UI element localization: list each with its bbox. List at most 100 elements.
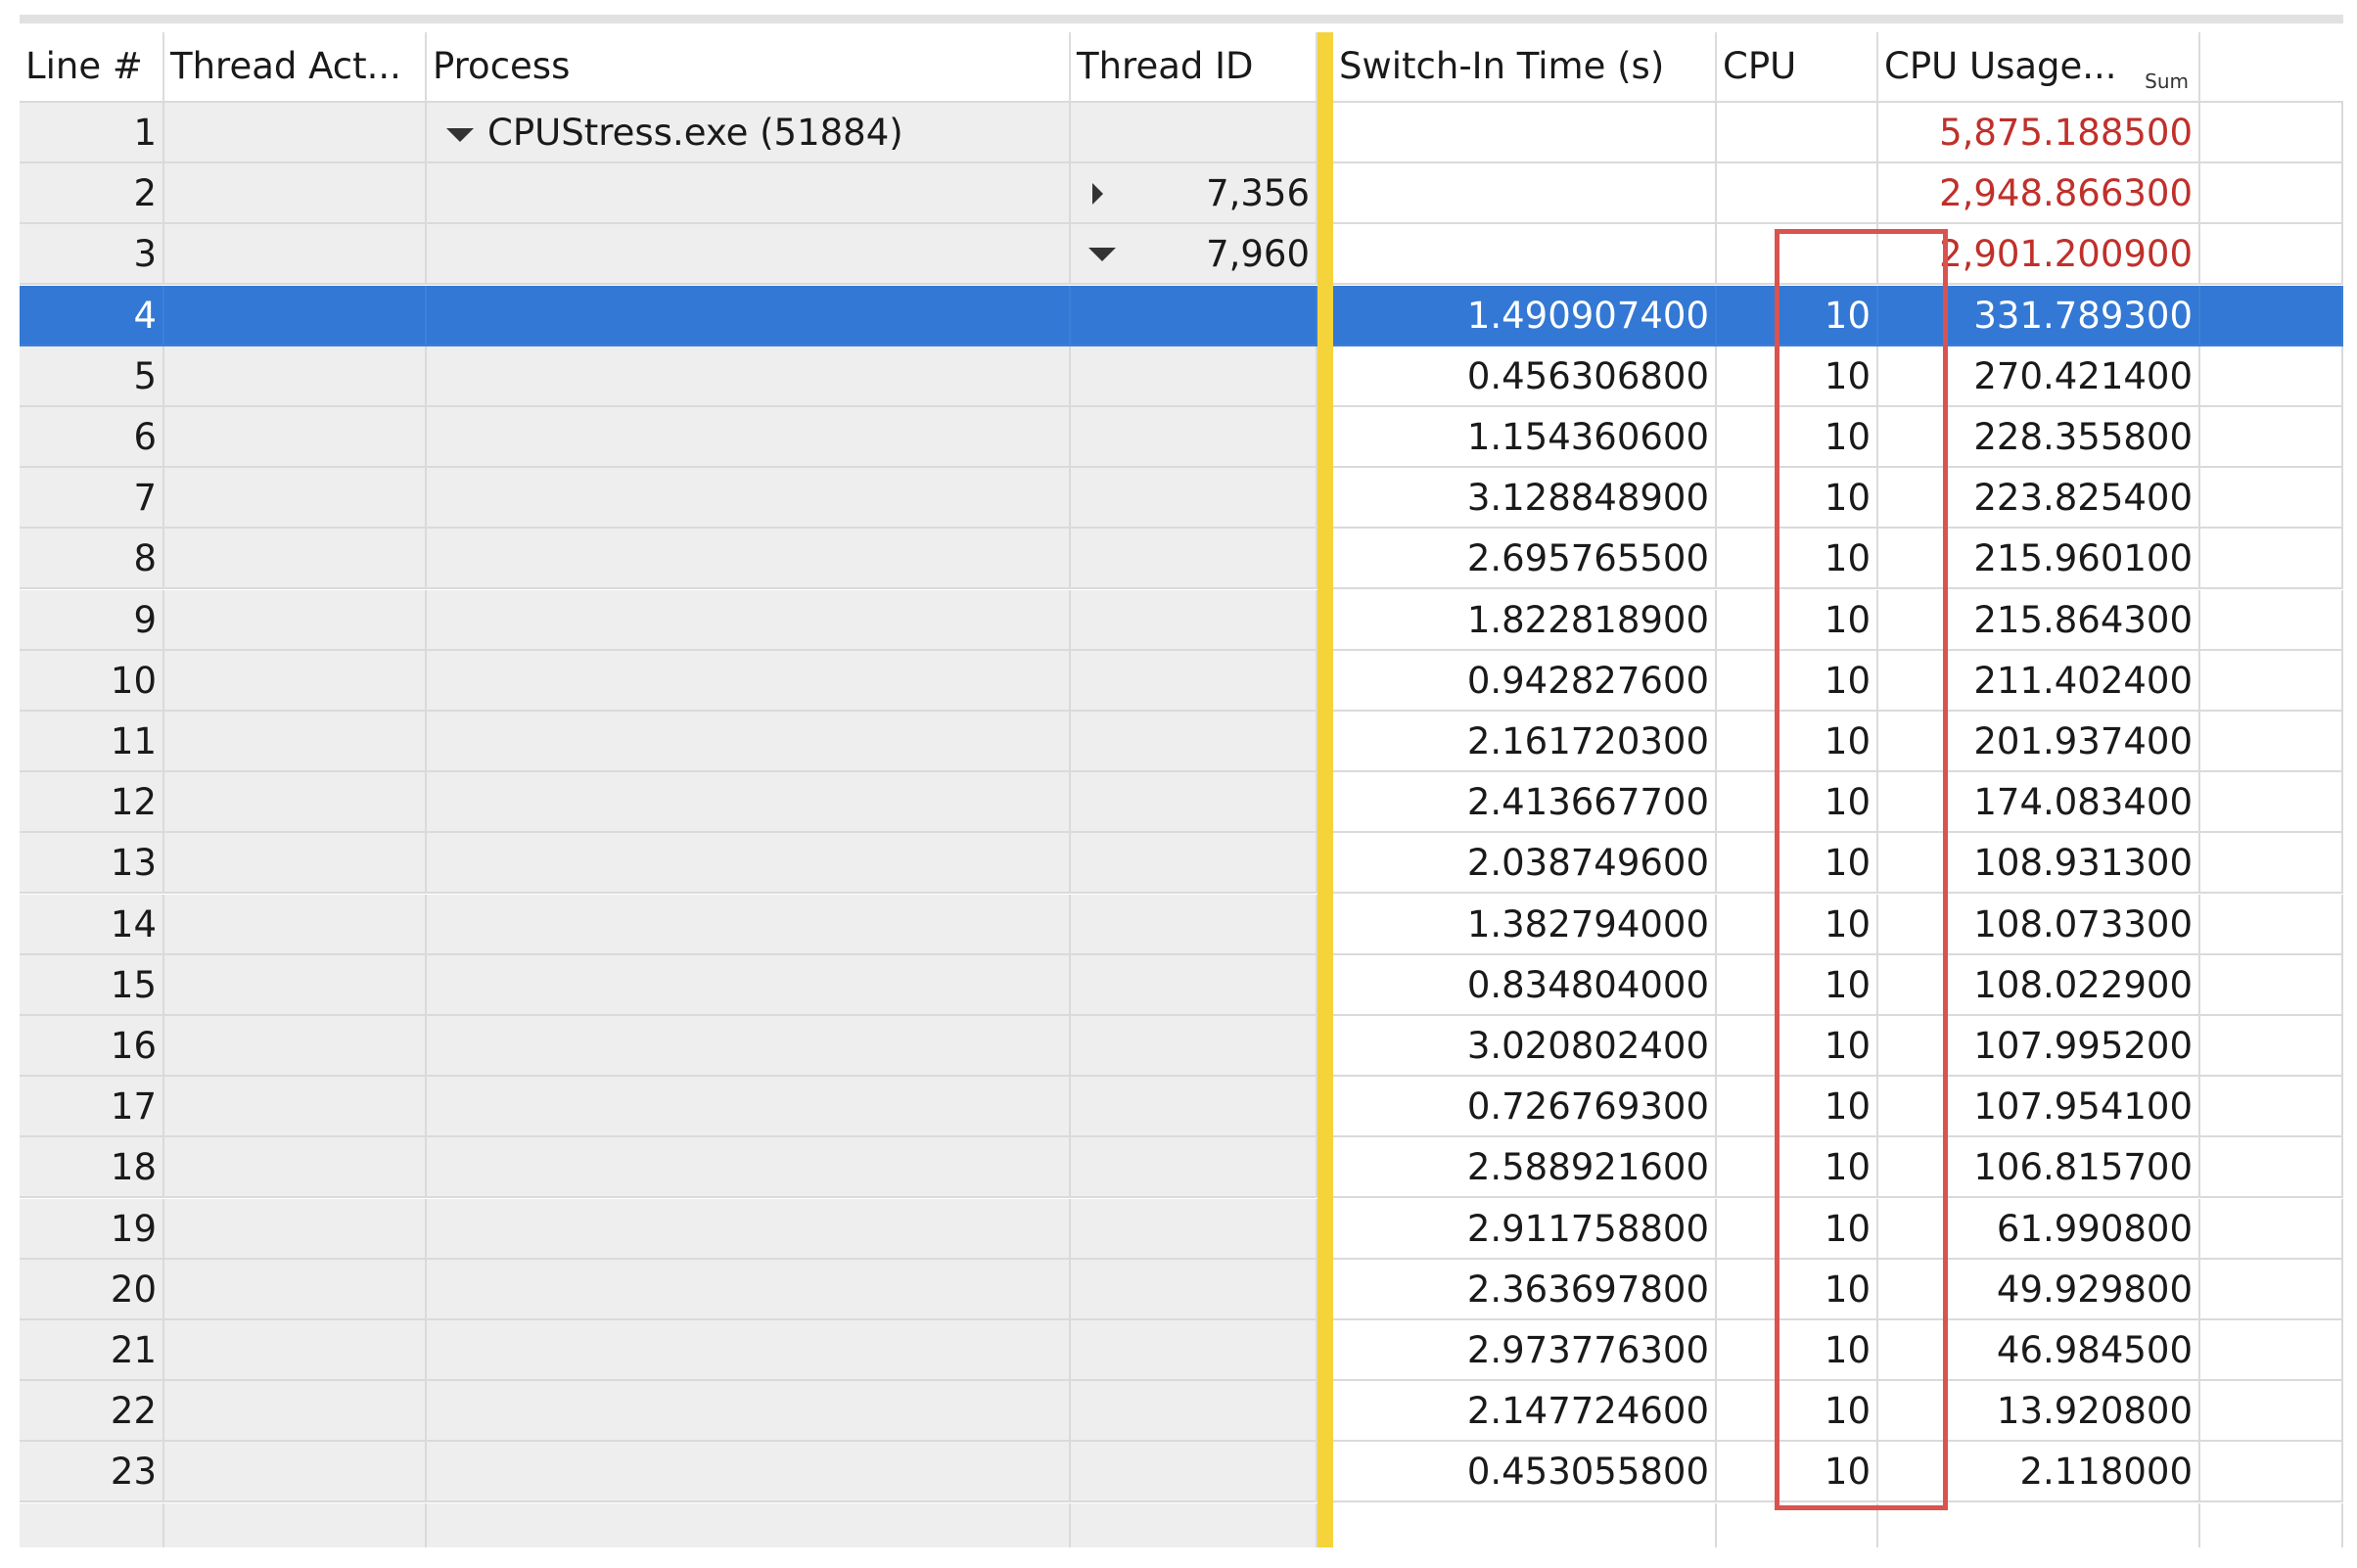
cell-cpu-usage-text: 61.990800 — [1996, 1207, 2193, 1250]
table-row[interactable]: 14 1.382794000 10 108.073300 — [20, 894, 2343, 955]
column-header-line[interactable]: Line # — [20, 32, 164, 101]
cell-thread-activity — [164, 1198, 427, 1260]
graph-divider-bar[interactable] — [1317, 32, 1333, 1547]
cell-line: 5 — [20, 346, 164, 407]
cell-empty — [2200, 954, 2343, 1016]
cell-cpu-usage: 13.920800 — [1878, 1381, 2200, 1443]
cell-line-text: 14 — [110, 902, 157, 945]
cell-switch-in-time-text: 2.161720300 — [1466, 720, 1709, 762]
cell-cpu: 10 — [1717, 589, 1878, 651]
cell-process-text: CPUStress.exe (51884) — [487, 112, 903, 154]
cell-cpu-text: 10 — [1824, 963, 1871, 1006]
cell-empty — [2200, 772, 2343, 834]
column-header-cpu[interactable]: CPU — [1717, 32, 1878, 101]
table-row[interactable]: 18 2.588921600 10 106.815700 — [20, 1137, 2343, 1199]
cell-cpu: 10 — [1717, 1259, 1878, 1320]
cell-process — [427, 529, 1071, 590]
cell-empty — [2200, 103, 2343, 163]
cell-empty — [2200, 468, 2343, 530]
cell-line: 23 — [20, 1442, 164, 1503]
table-row[interactable]: 2 7,356 2,948.866300 — [20, 163, 2343, 225]
cell-cpu: 10 — [1717, 1137, 1878, 1199]
table-row[interactable]: 11 2.161720300 10 201.937400 — [20, 712, 2343, 772]
cell-line-text: 22 — [110, 1390, 157, 1433]
table-row[interactable]: 22 2.147724600 10 13.920800 — [20, 1381, 2343, 1443]
table-row[interactable]: 3 7,960 2,901.200900 — [20, 224, 2343, 286]
cell-line: 4 — [20, 285, 164, 346]
cell-cpu-text: 10 — [1824, 1451, 1871, 1494]
cell-empty — [2200, 712, 2343, 772]
table-row[interactable]: 21 2.973776300 10 46.984500 — [20, 1320, 2343, 1381]
cell-switch-in-time: 2.911758800 — [1333, 1198, 1717, 1260]
table-row[interactable]: 20 2.363697800 10 49.929800 — [20, 1259, 2343, 1320]
cell-empty — [2200, 589, 2343, 651]
cell-cpu-usage-text: 2,948.866300 — [1939, 172, 2193, 215]
cell-process: CPUStress.exe (51884) — [427, 103, 1071, 163]
table-row[interactable]: 16 3.020802400 10 107.995200 — [20, 1016, 2343, 1077]
table-row[interactable]: 10 0.942827600 10 211.402400 — [20, 650, 2343, 712]
triangle-down-icon[interactable] — [446, 127, 474, 142]
table-row[interactable]: 13 2.038749600 10 108.931300 — [20, 833, 2343, 895]
cell-empty — [2200, 1016, 2343, 1077]
cell-empty — [2200, 833, 2343, 895]
table-row[interactable]: 8 2.695765500 10 215.960100 — [20, 529, 2343, 590]
cell-switch-in-time-text: 1.822818900 — [1466, 598, 1709, 641]
table-row-selected[interactable]: 4 1.490907400 10 331.789300 — [20, 285, 2343, 346]
cell-switch-in-time-text: 0.453055800 — [1466, 1451, 1709, 1494]
cell-thread-id — [1071, 407, 1317, 468]
column-header-cpu-usage[interactable]: CPU Usage... Sum — [1878, 32, 2200, 101]
column-header-thread-id[interactable]: Thread ID — [1071, 32, 1317, 101]
cell-cpu-usage-text: 331.789300 — [1973, 294, 2193, 337]
cell-cpu-text: 10 — [1824, 598, 1871, 641]
cell-thread-activity — [164, 1442, 427, 1503]
cell-switch-in-time-text: 2.695765500 — [1466, 537, 1709, 580]
table-row[interactable]: 6 1.154360600 10 228.355800 — [20, 407, 2343, 468]
cell-switch-in-time: 2.038749600 — [1333, 833, 1717, 895]
cell-switch-in-time-text: 2.973776300 — [1466, 1329, 1709, 1371]
cell-cpu-text: 10 — [1824, 659, 1871, 702]
cell-thread-activity — [164, 1259, 427, 1320]
aggregation-mode-label: Sum — [2145, 69, 2189, 93]
table-row[interactable]: 19 2.911758800 10 61.990800 — [20, 1198, 2343, 1260]
cell-empty — [2200, 529, 2343, 590]
cell-line-text: 20 — [110, 1268, 157, 1311]
table-row[interactable]: 9 1.822818900 10 215.864300 — [20, 589, 2343, 651]
cell-process — [427, 1442, 1071, 1503]
table-row[interactable]: 1 CPUStress.exe (51884) 5,875.188500 — [20, 103, 2343, 163]
cell-empty — [2200, 285, 2343, 346]
cell-cpu-usage-text: 108.931300 — [1973, 842, 2193, 885]
table-row[interactable]: 5 0.456306800 10 270.421400 — [20, 346, 2343, 407]
cell-cpu-text: 10 — [1824, 1390, 1871, 1433]
cell-cpu-usage: 215.960100 — [1878, 529, 2200, 590]
cell-thread-id — [1071, 285, 1317, 346]
column-header-thread-activity[interactable]: Thread Act... — [164, 32, 427, 101]
cell-cpu: 10 — [1717, 529, 1878, 590]
triangle-down-icon[interactable] — [1088, 248, 1116, 262]
cell-thread-activity — [164, 1320, 427, 1381]
cell-cpu-usage: 270.421400 — [1878, 346, 2200, 407]
cell-cpu-text: 10 — [1824, 1207, 1871, 1250]
cell-process — [427, 1320, 1071, 1381]
cell-cpu-text: 10 — [1824, 1329, 1871, 1371]
column-header-switch-in-time[interactable]: Switch-In Time (s) — [1333, 32, 1717, 101]
cell-cpu-usage: 61.990800 — [1878, 1198, 2200, 1260]
cell-switch-in-time: 2.413667700 — [1333, 772, 1717, 834]
cell-cpu-text: 10 — [1824, 720, 1871, 762]
cell-empty — [2200, 650, 2343, 712]
cell-cpu-usage-text: 211.402400 — [1973, 659, 2193, 702]
cell-thread-id — [1071, 1442, 1317, 1503]
column-header-process[interactable]: Process — [427, 32, 1071, 101]
table-row[interactable]: 15 0.834804000 10 108.022900 — [20, 954, 2343, 1016]
cell-process — [427, 650, 1071, 712]
cell-cpu-usage — [1878, 1502, 2200, 1547]
table-row[interactable]: 23 0.453055800 10 2.118000 — [20, 1442, 2343, 1503]
table-row[interactable]: 12 2.413667700 10 174.083400 — [20, 772, 2343, 834]
cell-cpu-usage: 108.931300 — [1878, 833, 2200, 895]
triangle-right-icon[interactable] — [1092, 183, 1103, 206]
table-row[interactable] — [20, 1502, 2343, 1547]
cell-switch-in-time: 2.695765500 — [1333, 529, 1717, 590]
cell-cpu-usage-text: 201.937400 — [1973, 720, 2193, 762]
table-row[interactable]: 17 0.726769300 10 107.954100 — [20, 1077, 2343, 1138]
cell-switch-in-time: 0.942827600 — [1333, 650, 1717, 712]
table-row[interactable]: 7 3.128848900 10 223.825400 — [20, 468, 2343, 530]
